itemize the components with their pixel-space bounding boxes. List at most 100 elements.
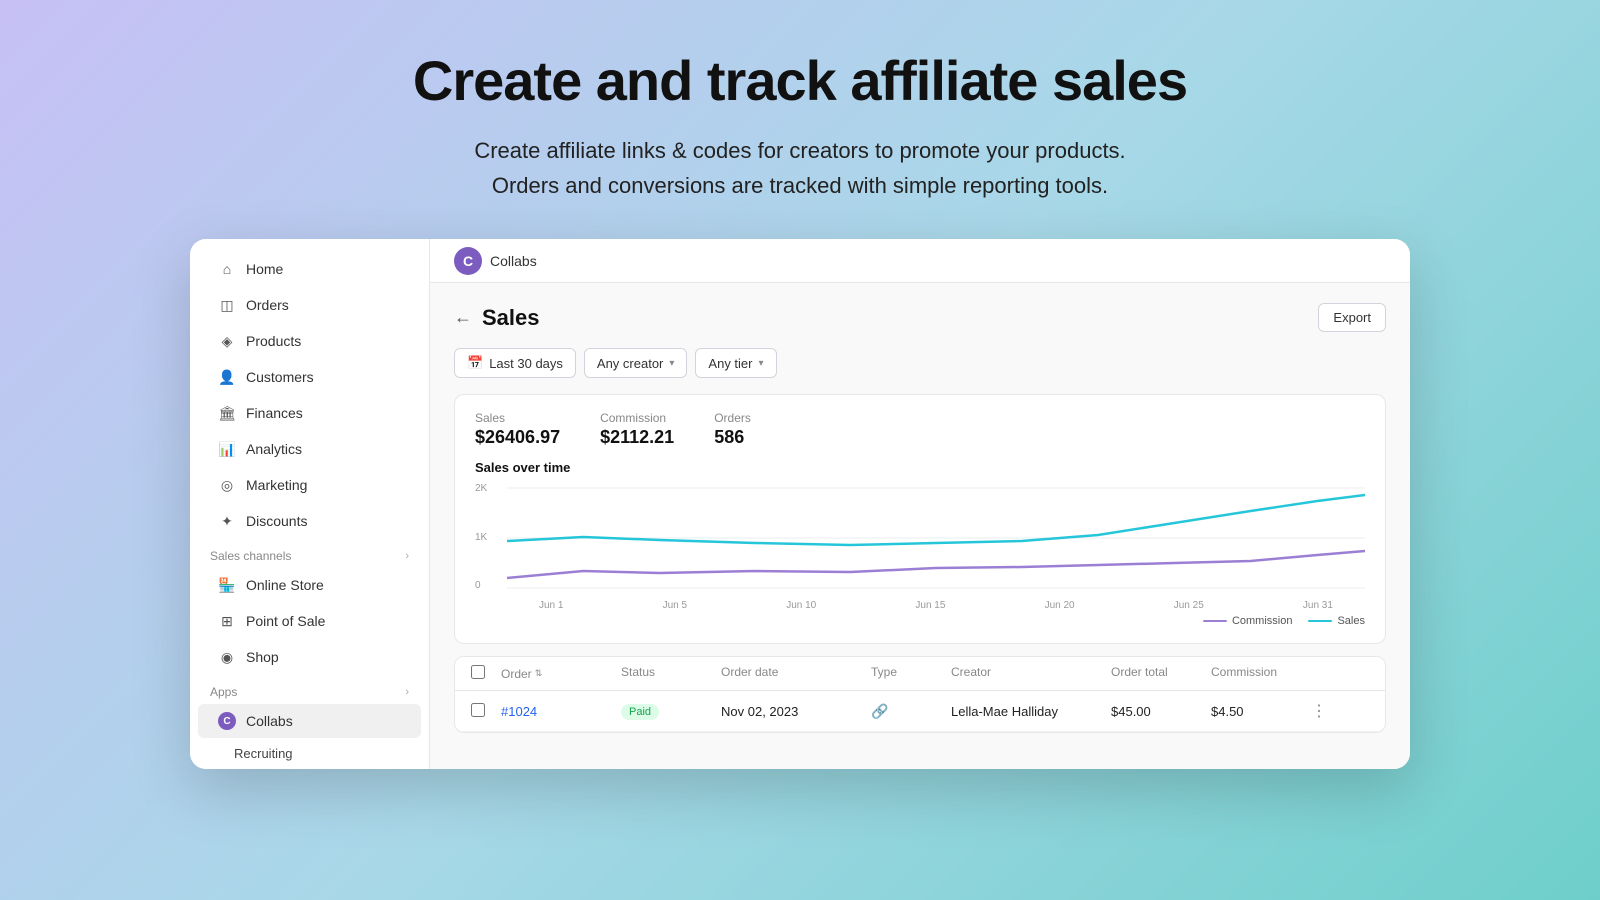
chart-body: Jun 1 Jun 5 Jun 10 Jun 15 Jun 20 Jun 25 … xyxy=(507,483,1365,611)
th-order-total: Order total xyxy=(1111,665,1211,682)
sidebar-subitem-recruiting[interactable]: Recruiting xyxy=(198,740,421,767)
sidebar-item-customers[interactable]: 👤 Customers xyxy=(198,360,421,394)
chart-x-labels: Jun 1 Jun 5 Jun 10 Jun 15 Jun 20 Jun 25 … xyxy=(507,598,1365,611)
select-all-checkbox[interactable] xyxy=(471,665,485,679)
sidebar-item-home[interactable]: ⌂ Home xyxy=(198,252,421,286)
sidebar-label-products: Products xyxy=(246,333,301,349)
home-icon: ⌂ xyxy=(218,260,236,278)
creator-chevron-icon: ▾ xyxy=(669,358,674,369)
th-commission: Commission xyxy=(1211,665,1311,682)
sales-legend-line xyxy=(1308,620,1332,622)
hero-subtitle-line1: Create affiliate links & codes for creat… xyxy=(474,138,1125,163)
back-button[interactable]: ← xyxy=(454,307,472,328)
sidebar-item-orders[interactable]: ◫ Orders xyxy=(198,288,421,322)
row-commission: $4.50 xyxy=(1211,704,1311,719)
tier-chevron-icon: ▾ xyxy=(759,358,764,369)
chart-title: Sales over time xyxy=(475,460,1365,475)
sidebar-label-marketing: Marketing xyxy=(246,477,307,493)
orders-label: Orders xyxy=(714,411,751,425)
row-type: 🔗 xyxy=(871,703,951,720)
table-row: #1024 Paid Nov 02, 2023 🔗 Lella-Mae Hall… xyxy=(455,691,1385,732)
stats-row: Sales $26406.97 Commission $2112.21 Orde… xyxy=(475,411,1365,448)
creator-filter[interactable]: Any creator ▾ xyxy=(584,348,688,378)
th-type: Type xyxy=(871,665,951,682)
sort-icon: ⇅ xyxy=(535,668,543,679)
customers-icon: 👤 xyxy=(218,368,236,386)
orders-icon: ◫ xyxy=(218,296,236,314)
orders-table: Order ⇅ Status Order date Type Creator O… xyxy=(454,656,1386,733)
sidebar-item-products[interactable]: ◈ Products xyxy=(198,324,421,358)
sidebar-item-point-of-sale[interactable]: ⊞ Point of Sale xyxy=(198,604,421,638)
sidebar-label-collabs: Collabs xyxy=(246,713,293,729)
th-order-date: Order date xyxy=(721,665,871,682)
sidebar-label-finances: Finances xyxy=(246,405,303,421)
sales-channels-section: Sales channels › xyxy=(190,539,429,567)
orders-stat: Orders 586 xyxy=(714,411,751,448)
status-badge: Paid xyxy=(621,704,659,720)
orders-value: 586 xyxy=(714,427,751,448)
th-order[interactable]: Order ⇅ xyxy=(501,665,621,682)
sidebar-item-finances[interactable]: 🏛 Finances xyxy=(198,396,421,430)
sales-channels-chevron: › xyxy=(405,550,409,562)
sidebar-label-orders: Orders xyxy=(246,297,289,313)
row-select-checkbox[interactable] xyxy=(471,703,485,717)
sidebar-item-online-store[interactable]: 🏪 Online Store xyxy=(198,568,421,602)
chart-y-axis: 2K 1K 0 xyxy=(475,483,499,593)
main-content: C Collabs ← Sales Export 📅 Last 30 days xyxy=(430,239,1410,769)
app-window: ⌂ Home ◫ Orders ◈ Products 👤 Customers 🏛… xyxy=(190,239,1410,769)
online-store-icon: 🏪 xyxy=(218,576,236,594)
sidebar-item-marketing[interactable]: ◎ Marketing xyxy=(198,468,421,502)
calendar-icon: 📅 xyxy=(467,355,483,371)
row-creator: Lella-Mae Halliday xyxy=(951,704,1111,719)
commission-stat: Commission $2112.21 xyxy=(600,411,674,448)
tab-bar: C Collabs xyxy=(430,239,1410,283)
table-header: Order ⇅ Status Order date Type Creator O… xyxy=(455,657,1385,691)
th-checkbox xyxy=(471,665,501,682)
th-actions xyxy=(1311,665,1341,682)
chart-legend: Commission Sales xyxy=(475,615,1365,627)
sidebar-item-collabs[interactable]: C Collabs xyxy=(198,704,421,738)
sidebar-label-analytics: Analytics xyxy=(246,441,302,457)
export-button[interactable]: Export xyxy=(1318,303,1386,332)
sales-stat: Sales $26406.97 xyxy=(475,411,560,448)
collabs-icon: C xyxy=(218,712,236,730)
tier-filter-label: Any tier xyxy=(708,356,752,371)
th-status: Status xyxy=(621,665,721,682)
sidebar-item-analytics[interactable]: 📊 Analytics xyxy=(198,432,421,466)
marketing-icon: ◎ xyxy=(218,476,236,494)
filters-row: 📅 Last 30 days Any creator ▾ Any tier ▾ xyxy=(454,348,1386,378)
row-actions-menu[interactable]: ⋮ xyxy=(1311,701,1341,721)
row-status: Paid xyxy=(621,703,721,720)
tier-filter[interactable]: Any tier ▾ xyxy=(695,348,776,378)
stats-card: Sales $26406.97 Commission $2112.21 Orde… xyxy=(454,394,1386,644)
commission-legend-line xyxy=(1203,620,1227,622)
hero-section: Create and track affiliate sales Create … xyxy=(0,0,1600,239)
chart-svg xyxy=(507,483,1365,593)
legend-commission: Commission xyxy=(1203,615,1293,627)
page-content: ← Sales Export 📅 Last 30 days Any creato… xyxy=(430,283,1410,769)
legend-sales: Sales xyxy=(1308,615,1365,627)
products-icon: ◈ xyxy=(218,332,236,350)
sidebar-item-discounts[interactable]: ✦ Discounts xyxy=(198,504,421,538)
apps-section: Apps › xyxy=(190,675,429,703)
page-header: ← Sales Export xyxy=(454,303,1386,332)
row-order-date: Nov 02, 2023 xyxy=(721,704,871,719)
creator-filter-label: Any creator xyxy=(597,356,663,371)
shop-icon: ◉ xyxy=(218,648,236,666)
sidebar-label-discounts: Discounts xyxy=(246,513,307,529)
pos-icon: ⊞ xyxy=(218,612,236,630)
sales-label: Sales xyxy=(475,411,560,425)
row-order-total: $45.00 xyxy=(1111,704,1211,719)
commission-label: Commission xyxy=(600,411,674,425)
row-checkbox[interactable] xyxy=(471,703,501,720)
chart-container: 2K 1K 0 xyxy=(475,483,1365,611)
sidebar-item-shop[interactable]: ◉ Shop xyxy=(198,640,421,674)
th-creator: Creator xyxy=(951,665,1111,682)
apps-chevron: › xyxy=(405,686,409,698)
sidebar-label-online-store: Online Store xyxy=(246,577,324,593)
finances-icon: 🏛 xyxy=(218,404,236,422)
link-type-icon: 🔗 xyxy=(871,703,888,719)
commission-value: $2112.21 xyxy=(600,427,674,448)
row-order[interactable]: #1024 xyxy=(501,704,621,719)
date-filter[interactable]: 📅 Last 30 days xyxy=(454,348,576,378)
